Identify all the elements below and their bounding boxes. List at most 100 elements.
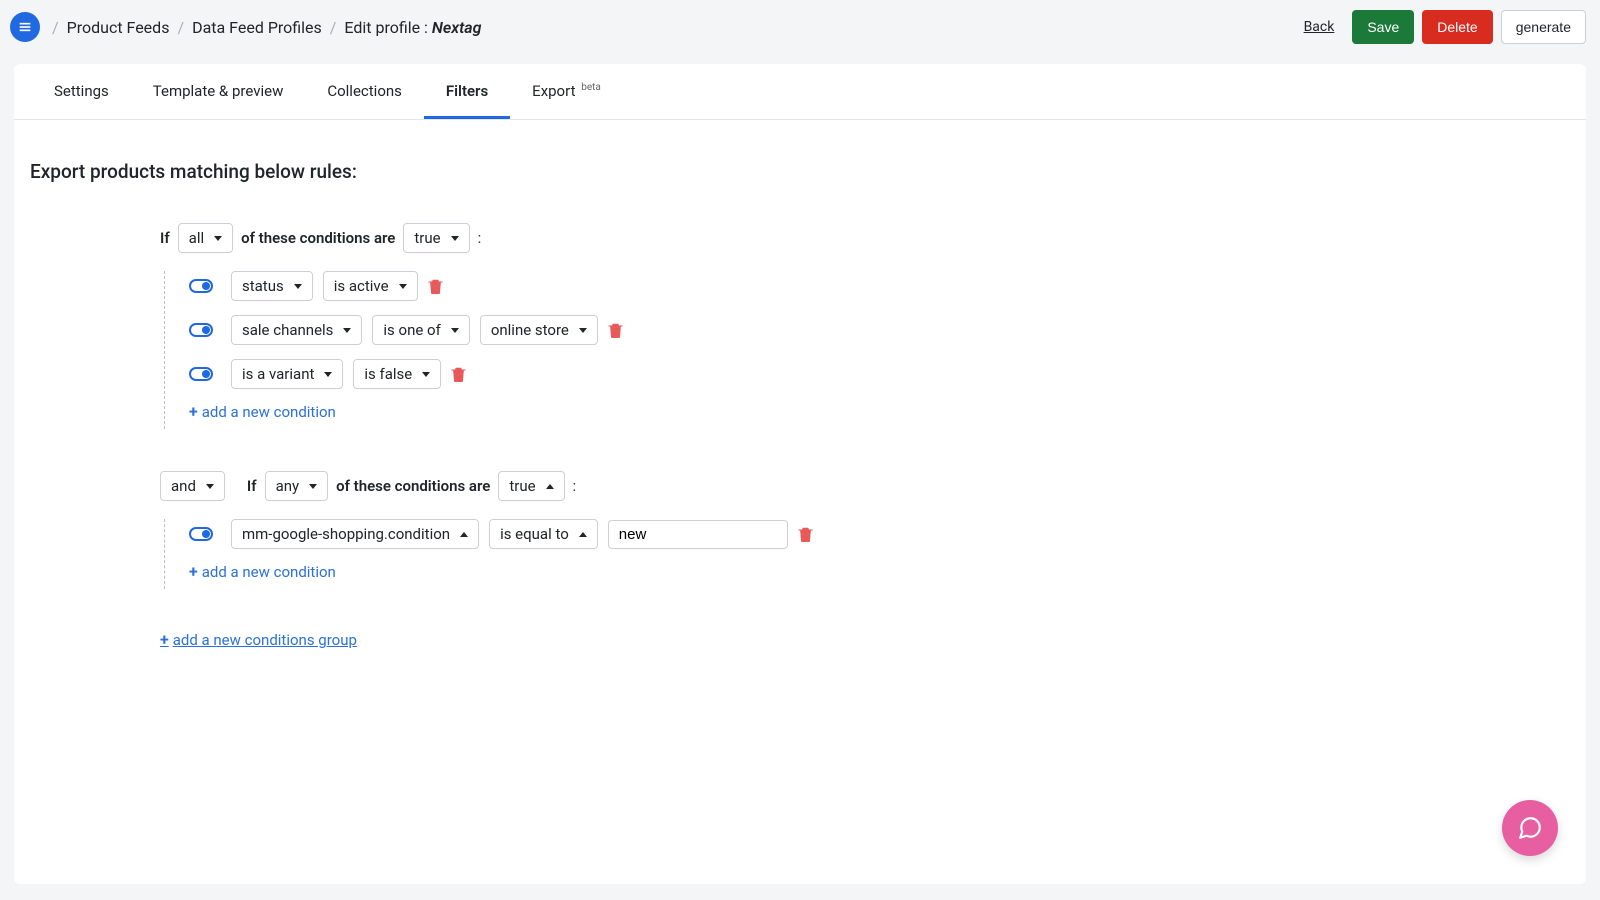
colon: : <box>478 229 482 247</box>
group1-bool-select[interactable]: true <box>403 223 469 253</box>
delete-condition-button[interactable] <box>428 278 443 294</box>
chevron-up-icon <box>579 532 587 537</box>
condition-value-select[interactable]: online store <box>480 315 598 345</box>
chevron-down-icon <box>399 284 407 289</box>
chevron-up-icon <box>546 484 554 489</box>
chevron-down-icon <box>343 328 351 333</box>
group2-quantifier-value: any <box>276 477 300 495</box>
chevron-down-icon <box>214 236 222 241</box>
group2-header: and If any of these conditions are true … <box>160 471 1570 501</box>
trash-icon <box>608 322 623 338</box>
condition-row: sale channels is one of online store <box>189 315 1570 345</box>
group1-quantifier-select[interactable]: all <box>178 223 233 253</box>
chevron-down-icon <box>422 372 430 377</box>
plus-icon: + <box>160 632 169 648</box>
topbar-left: / Product Feeds / Data Feed Profiles / E… <box>10 12 481 42</box>
top-bar: / Product Feeds / Data Feed Profiles / E… <box>0 0 1600 54</box>
breadcrumb-prefix: Edit profile : <box>344 18 432 37</box>
help-fab[interactable] <box>1502 800 1558 856</box>
tab-export-label: Export <box>532 82 575 100</box>
condition-field-value: sale channels <box>242 321 333 339</box>
save-button[interactable]: Save <box>1352 10 1414 44</box>
if-label: If <box>247 477 257 495</box>
condition-row: status is active <box>189 271 1570 301</box>
group-combiner-select[interactable]: and <box>160 471 225 501</box>
condition-operator-select[interactable]: is equal to <box>489 519 598 549</box>
tab-export[interactable]: Export beta <box>510 64 623 119</box>
group2-bool-select[interactable]: true <box>498 471 564 501</box>
condition-row: mm-google-shopping.condition is equal to <box>189 519 1570 549</box>
breadcrumb-product-feeds[interactable]: Product Feeds <box>67 18 170 37</box>
condition-field-select[interactable]: sale channels <box>231 315 362 345</box>
condition-operator-select[interactable]: is active <box>323 271 418 301</box>
breadcrumb-current: Edit profile : Nextag <box>344 18 481 37</box>
condition-field-select[interactable]: status <box>231 271 313 301</box>
chevron-down-icon <box>324 372 332 377</box>
group1-quantifier-value: all <box>189 229 204 247</box>
add-conditions-group-link[interactable]: + add a new conditions group <box>160 631 357 649</box>
condition-toggle[interactable] <box>189 527 213 541</box>
group-combiner-value: and <box>171 477 196 495</box>
breadcrumb-data-feed-profiles[interactable]: Data Feed Profiles <box>192 18 322 37</box>
condition-toggle[interactable] <box>189 279 213 293</box>
tab-template[interactable]: Template & preview <box>131 64 306 119</box>
condition-field-value: is a variant <box>242 365 314 383</box>
condition-field-select[interactable]: mm-google-shopping.condition <box>231 519 479 549</box>
chevron-down-icon <box>206 484 214 489</box>
breadcrumb-separator: / <box>177 18 184 37</box>
group1-header: If all of these conditions are true : <box>160 223 1570 253</box>
chevron-down-icon <box>579 328 587 333</box>
delete-condition-button[interactable] <box>451 366 466 382</box>
trash-icon <box>798 526 813 542</box>
condition-toggle[interactable] <box>189 367 213 381</box>
condition-value-input[interactable] <box>608 520 788 549</box>
breadcrumb-separator: / <box>52 18 59 37</box>
add-condition-link[interactable]: + add a new condition <box>189 403 336 421</box>
add-group-label: add a new conditions group <box>173 631 357 649</box>
chevron-down-icon <box>451 328 459 333</box>
chevron-down-icon <box>294 284 302 289</box>
group2-conditions: mm-google-shopping.condition is equal to… <box>164 519 1570 589</box>
back-link[interactable]: Back <box>1304 19 1335 35</box>
condition-field-value: status <box>242 277 284 295</box>
condition-op-value: is one of <box>383 321 440 339</box>
if-label: If <box>160 229 170 247</box>
add-condition-link[interactable]: + add a new condition <box>189 563 336 581</box>
delete-condition-button[interactable] <box>798 526 813 542</box>
generate-button[interactable]: generate <box>1501 10 1586 44</box>
main-panel: Settings Template & preview Collections … <box>14 64 1586 884</box>
group1-bool-value: true <box>414 229 440 247</box>
condition-field-select[interactable]: is a variant <box>231 359 343 389</box>
condition-operator-select[interactable]: is false <box>353 359 441 389</box>
delete-button[interactable]: Delete <box>1422 10 1492 44</box>
hamburger-icon <box>17 19 33 35</box>
breadcrumb-profile-name: Nextag <box>432 18 482 37</box>
condition-op-value: is false <box>364 365 412 383</box>
tab-settings[interactable]: Settings <box>32 64 131 119</box>
condition-operator-select[interactable]: is one of <box>372 315 469 345</box>
chevron-down-icon <box>451 236 459 241</box>
add-condition-label: add a new condition <box>202 563 336 581</box>
condition-toggle[interactable] <box>189 323 213 337</box>
section-title: Export products matching below rules: <box>30 160 1570 183</box>
breadcrumb: / Product Feeds / Data Feed Profiles / E… <box>52 18 481 37</box>
group2-quantifier-select[interactable]: any <box>265 471 329 501</box>
plus-icon: + <box>189 404 198 420</box>
of-these-label: of these conditions are <box>241 229 395 247</box>
condition-row: is a variant is false <box>189 359 1570 389</box>
group1-conditions: status is active sale channels <box>164 271 1570 429</box>
add-condition-label: add a new condition <box>202 403 336 421</box>
condition-op-value: is equal to <box>500 525 569 543</box>
chevron-down-icon <box>309 484 317 489</box>
rules-container: If all of these conditions are true : st… <box>30 223 1570 649</box>
menu-button[interactable] <box>10 12 40 42</box>
condition-field-value: mm-google-shopping.condition <box>242 525 450 543</box>
tab-collections[interactable]: Collections <box>305 64 424 119</box>
breadcrumb-separator: / <box>330 18 337 37</box>
condition-op-value: is active <box>334 277 389 295</box>
delete-condition-button[interactable] <box>608 322 623 338</box>
beta-badge: beta <box>581 82 601 93</box>
filters-content: Export products matching below rules: If… <box>14 120 1586 669</box>
topbar-right: Back Save Delete generate <box>1304 10 1586 44</box>
tab-filters[interactable]: Filters <box>424 64 510 119</box>
